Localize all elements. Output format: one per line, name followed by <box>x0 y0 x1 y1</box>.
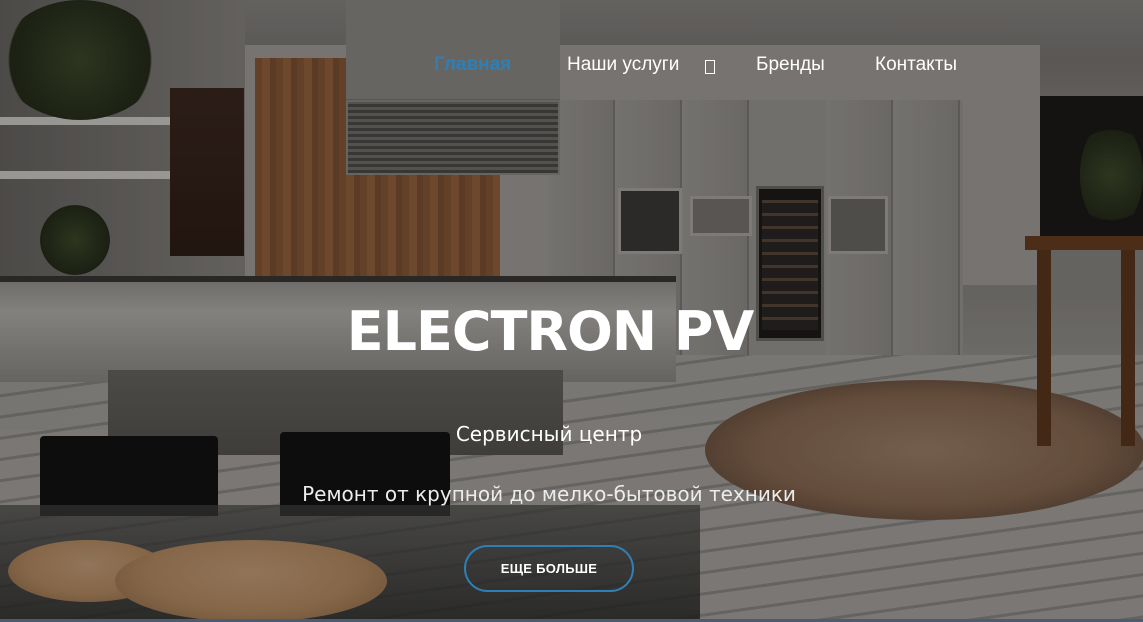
hero-subtitle: Сервисный центр <box>455 422 643 446</box>
nav-item-services[interactable]: Наши услуги <box>567 52 679 78</box>
hero-description: Ремонт от крупной до мелко-бытовой техни… <box>302 482 796 506</box>
nav-item-home[interactable]: Главная <box>434 52 511 78</box>
nav-item-brands[interactable]: Бренды <box>756 52 825 78</box>
nav-item-contacts[interactable]: Контакты <box>875 52 957 78</box>
chevron-down-icon[interactable] <box>705 60 715 74</box>
hero-title: ELECTRON PV <box>346 300 755 363</box>
more-button[interactable]: ЕЩЕ БОЛЬШЕ <box>464 545 634 592</box>
main-nav: Главная Наши услуги Бренды Контакты <box>0 52 1143 80</box>
